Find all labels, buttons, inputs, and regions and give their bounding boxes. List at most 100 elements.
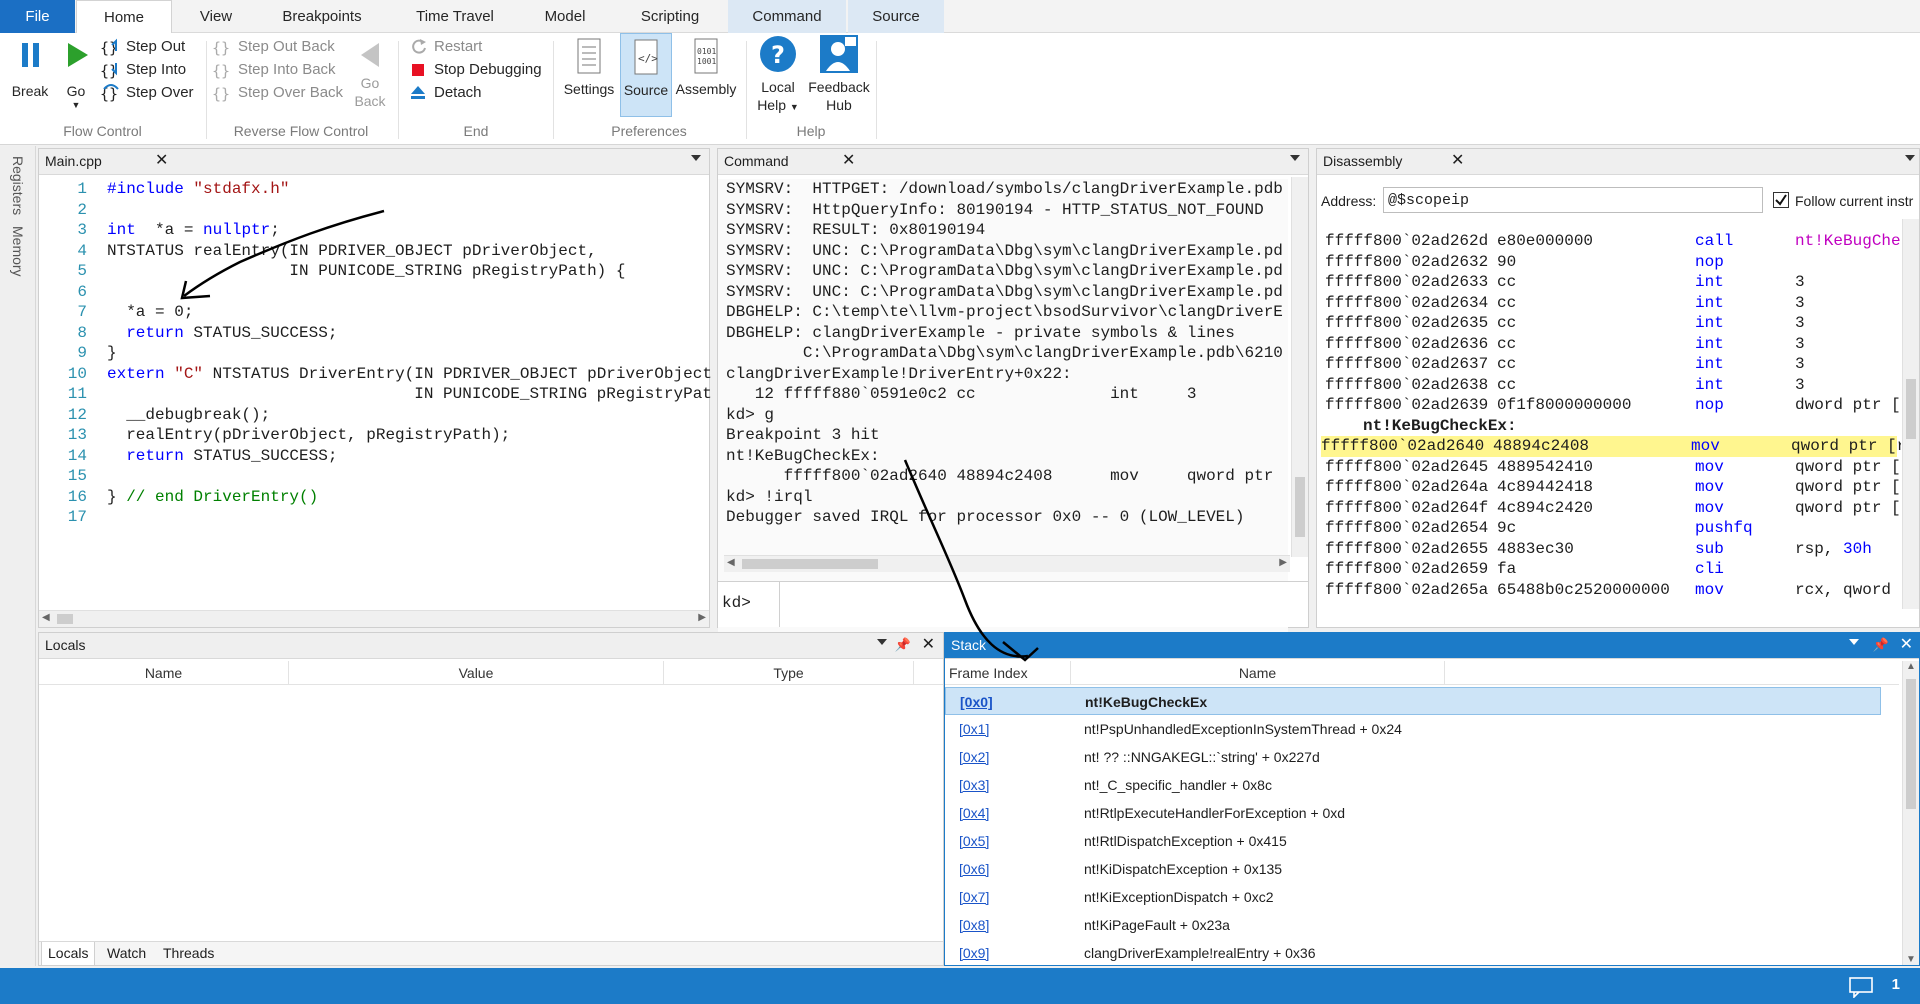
scrollbar-thumb[interactable] bbox=[57, 614, 73, 624]
frame-index-link[interactable]: [0x5] bbox=[959, 827, 989, 855]
scrollbar-thumb[interactable] bbox=[1906, 679, 1916, 809]
step-into-back-button[interactable]: {} Step Into Back bbox=[212, 58, 336, 82]
disasm-row[interactable]: fffff800`02ad2659 fa cli bbox=[1325, 559, 1901, 580]
notifications-icon[interactable] bbox=[1848, 976, 1874, 1001]
horizontal-scrollbar[interactable]: ◀ ▶ bbox=[39, 610, 709, 627]
frame-index-link[interactable]: [0x2] bbox=[959, 743, 989, 771]
disasm-row[interactable]: fffff800`02ad2645 4889542410 mov qword ptr … bbox=[1325, 457, 1901, 478]
tab-model[interactable]: Model bbox=[530, 0, 600, 33]
column-header-type[interactable]: Type bbox=[664, 661, 914, 685]
assembly-mode-button[interactable]: 0101 1001 Assembly bbox=[674, 37, 738, 98]
stack-frame-row[interactable]: [0x3] nt!_C_specific_handler + 0x8c bbox=[945, 771, 1881, 799]
frame-index-link[interactable]: [0x4] bbox=[959, 799, 989, 827]
command-input[interactable] bbox=[779, 582, 1307, 627]
tab-time-travel[interactable]: Time Travel bbox=[400, 0, 510, 33]
restart-button[interactable]: Restart bbox=[408, 35, 482, 59]
frame-index-link[interactable]: [0x6] bbox=[959, 855, 989, 883]
column-header-name[interactable]: Name bbox=[39, 661, 289, 685]
disassembly-listing[interactable]: fffff800`02ad262d e80e000000 call nt!KeBugC… bbox=[1317, 219, 1901, 609]
stack-frame-row[interactable]: [0x9] clangDriverExample!realEntry + 0x36 bbox=[945, 939, 1881, 965]
step-into-button[interactable]: {} Step Into bbox=[100, 58, 186, 82]
frame-index-link[interactable]: [0x0] bbox=[960, 688, 993, 716]
frame-index-link[interactable]: [0x1] bbox=[959, 715, 989, 743]
frame-index-link[interactable]: [0x9] bbox=[959, 939, 989, 965]
horizontal-scrollbar[interactable]: ◀ ▶ bbox=[724, 555, 1290, 572]
pin-icon[interactable]: 📌 bbox=[1873, 636, 1889, 654]
scrollbar-thumb[interactable] bbox=[1906, 379, 1916, 439]
frame-index-link[interactable]: [0x8] bbox=[959, 911, 989, 939]
close-icon[interactable]: ✕ bbox=[1451, 152, 1464, 170]
stack-frame-row[interactable]: [0x0] nt!KeBugCheckEx bbox=[945, 687, 1881, 715]
tab-watch[interactable]: Watch bbox=[101, 942, 152, 966]
detach-button[interactable]: Detach bbox=[408, 81, 482, 105]
tab-file[interactable]: File bbox=[0, 0, 75, 33]
step-over-back-button[interactable]: {} Step Over Back bbox=[212, 81, 343, 105]
close-icon[interactable]: ✕ bbox=[842, 152, 855, 170]
vertical-scrollbar[interactable] bbox=[1902, 219, 1919, 609]
column-header-frame-index[interactable]: Frame Index bbox=[945, 661, 1071, 685]
tab-scripting[interactable]: Scripting bbox=[620, 0, 720, 33]
vertical-scrollbar[interactable] bbox=[1291, 177, 1308, 557]
source-mode-button[interactable]: </> Source bbox=[620, 33, 672, 117]
column-header-value[interactable]: Value bbox=[289, 661, 664, 685]
tab-breakpoints[interactable]: Breakpoints bbox=[266, 0, 378, 33]
stack-frame-row[interactable]: [0x8] nt!KiPageFault + 0x23a bbox=[945, 911, 1881, 939]
disasm-row[interactable]: fffff800`02ad2637 cc int 3 bbox=[1325, 354, 1901, 375]
break-button[interactable]: Break bbox=[8, 39, 52, 100]
stop-debugging-button[interactable]: Stop Debugging bbox=[408, 58, 542, 82]
disasm-row[interactable]: fffff800`02ad2632 90 nop bbox=[1325, 252, 1901, 273]
scrollbar-thumb[interactable] bbox=[1295, 477, 1305, 537]
feedback-hub-button[interactable]: Feedback Hub bbox=[808, 33, 870, 114]
close-icon[interactable]: ✕ bbox=[1900, 636, 1913, 654]
disasm-row[interactable]: fffff800`02ad2639 0f1f8000000000 nop dword … bbox=[1325, 395, 1901, 416]
go-back-button[interactable]: Go Back bbox=[352, 39, 388, 110]
tab-command[interactable]: Command bbox=[728, 0, 846, 33]
frame-index-link[interactable]: [0x7] bbox=[959, 883, 989, 911]
panel-menu-dropdown-icon[interactable] bbox=[1290, 155, 1300, 161]
stack-frame-row[interactable]: [0x4] nt!RtlpExecuteHandlerForException +… bbox=[945, 799, 1881, 827]
source-code-area[interactable]: 1 #include "stdafx.h" 2 3 int *a = nullptr; 4… bbox=[39, 179, 711, 609]
close-icon[interactable]: ✕ bbox=[155, 152, 168, 170]
settings-button[interactable]: Settings bbox=[560, 37, 618, 98]
pin-icon[interactable]: 📌 bbox=[895, 636, 911, 654]
help-dropdown-icon[interactable]: ▼ bbox=[790, 102, 799, 112]
disasm-row[interactable]: fffff800`02ad2654 9c pushfq bbox=[1325, 518, 1901, 539]
disasm-label[interactable]: nt!KeBugCheckEx: bbox=[1325, 416, 1901, 437]
disasm-row[interactable]: fffff800`02ad2640 48894c2408 mov qword ptr … bbox=[1321, 436, 1901, 457]
tab-threads[interactable]: Threads bbox=[157, 942, 220, 966]
follow-current-checkbox[interactable] bbox=[1773, 192, 1789, 208]
disasm-row[interactable]: fffff800`02ad2638 cc int 3 bbox=[1325, 375, 1901, 396]
stack-frame-row[interactable]: [0x2] nt! ?? ::NNGAKEGL::`string' + 0x227… bbox=[945, 743, 1881, 771]
registers-tab[interactable]: Registers bbox=[10, 156, 26, 215]
disasm-row[interactable]: fffff800`02ad262d e80e000000 call nt!KeBugC… bbox=[1325, 231, 1901, 252]
disasm-row[interactable]: fffff800`02ad2634 cc int 3 bbox=[1325, 293, 1901, 314]
tab-locals[interactable]: Locals bbox=[41, 942, 96, 966]
vertical-scrollbar[interactable]: ▲ ▼ bbox=[1902, 661, 1919, 965]
panel-menu-dropdown-icon[interactable] bbox=[1905, 155, 1915, 161]
frame-index-link[interactable]: [0x3] bbox=[959, 771, 989, 799]
disassembly-panel-title[interactable]: Disassembly bbox=[1323, 153, 1402, 169]
disasm-row[interactable]: fffff800`02ad2636 cc int 3 bbox=[1325, 334, 1901, 355]
source-panel-title[interactable]: Main.cpp bbox=[45, 153, 102, 169]
local-help-button[interactable]: ? Local Help ▼ bbox=[752, 33, 804, 116]
scroll-right-icon[interactable]: ▶ bbox=[1279, 557, 1287, 568]
memory-tab[interactable]: Memory bbox=[10, 226, 26, 277]
scroll-right-icon[interactable]: ▶ bbox=[698, 612, 706, 623]
stack-frame-row[interactable]: [0x6] nt!KiDispatchException + 0x135 bbox=[945, 855, 1881, 883]
step-out-button[interactable]: {} Step Out bbox=[100, 35, 185, 59]
close-icon[interactable]: ✕ bbox=[922, 636, 935, 654]
scroll-left-icon[interactable]: ◀ bbox=[42, 612, 50, 623]
stack-frame-row[interactable]: [0x5] nt!RtlDispatchException + 0x415 bbox=[945, 827, 1881, 855]
tab-home[interactable]: Home bbox=[76, 0, 172, 34]
panel-menu-dropdown-icon[interactable] bbox=[1849, 639, 1859, 645]
column-header-name[interactable]: Name bbox=[1071, 661, 1445, 685]
disasm-row[interactable]: fffff800`02ad265a 65488b0c2520000000 mov rc… bbox=[1325, 580, 1901, 601]
scroll-left-icon[interactable]: ◀ bbox=[727, 557, 735, 568]
scroll-up-icon[interactable]: ▲ bbox=[1906, 661, 1916, 672]
step-out-back-button[interactable]: {} Step Out Back bbox=[212, 35, 335, 59]
go-dropdown-icon[interactable]: ▼ bbox=[58, 100, 94, 110]
go-button[interactable]: Go ▼ bbox=[58, 39, 94, 110]
scrollbar-thumb[interactable] bbox=[742, 559, 878, 569]
step-over-button[interactable]: {} Step Over bbox=[100, 81, 194, 105]
address-input[interactable]: @$scopeip bbox=[1383, 187, 1763, 213]
